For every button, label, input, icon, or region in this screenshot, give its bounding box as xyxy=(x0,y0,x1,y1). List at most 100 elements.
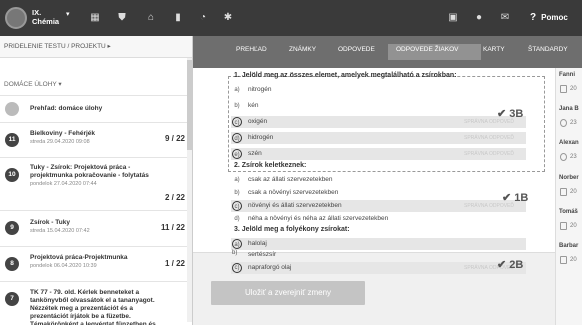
help-label: Pomoc xyxy=(541,13,568,22)
option-text: nitrogén xyxy=(248,86,272,93)
chat-icon[interactable]: ● xyxy=(472,10,486,24)
question-score[interactable]: ✔ 3B xyxy=(497,107,523,120)
answers-panel: 1. Jelöld meg az összes elemet, amelyek … xyxy=(193,68,555,252)
answer-option: a) nitrogén xyxy=(231,84,526,96)
option-text: kén xyxy=(248,102,259,109)
option-text: néha a növényi és néha az állati szervez… xyxy=(248,215,389,222)
task-item[interactable]: 11 Bielkoviny - Fehérjék streda 29.04.20… xyxy=(0,122,192,156)
student-value: 20 xyxy=(570,86,577,92)
institution-icon[interactable]: ⌂ xyxy=(144,10,158,24)
document-icon xyxy=(560,256,567,264)
mail-icon[interactable]: ✉ xyxy=(498,10,512,24)
tab-standards[interactable]: ŠTANDARDY xyxy=(528,46,568,53)
tab-grades[interactable]: ZNÁMKY xyxy=(289,46,316,53)
option-letter: c) xyxy=(232,117,242,127)
class-caret-icon[interactable]: ▾ xyxy=(66,10,70,18)
option-letter: a) xyxy=(234,177,240,183)
option-letter: c) xyxy=(232,263,242,273)
student-name[interactable]: Alexan xyxy=(559,140,579,146)
student-name[interactable]: Jana B xyxy=(559,106,579,112)
answer-option-selected: c) növényi és állati szervezetekben SPRÁVN… xyxy=(231,200,526,212)
assign-test-label: PRIDELENIE TESTU / PROJEKTU xyxy=(4,43,106,50)
top-bar: IX. Chémia ▾ ▦ ⛊ ⌂ ▮ ◔ ✱ ▣ ● ✉ ? Pomoc xyxy=(0,0,582,36)
answer-option-selected: c) oxigén SPRÁVNA ODPOVEĎ xyxy=(231,116,526,128)
sidebar-scrollbar[interactable] xyxy=(187,58,192,322)
question-title: 3. Jelöld meg a folyékony zsírokat: xyxy=(234,226,350,233)
task-overview[interactable]: Prehľad: domáce úlohy xyxy=(0,95,192,121)
answer-option-selected: c) napraforgó olaj SPRÁVNA ODPOVEĎ xyxy=(231,262,526,274)
student-name[interactable]: Fanni xyxy=(559,72,575,78)
tab-answers[interactable]: ODPOVEDE xyxy=(338,46,375,53)
correct-answer-label: SPRÁVNA ODPOVEĎ xyxy=(463,135,514,141)
task-number: 9 xyxy=(5,221,19,235)
message-icon[interactable]: ▣ xyxy=(446,10,460,24)
tasks-header[interactable]: DOMÁCE ÚLOHY ▾ xyxy=(4,80,62,88)
student-value: 20 xyxy=(570,223,577,229)
task-item[interactable]: 9 Zsírok - Tuky streda 15.04.2020 07:42 … xyxy=(0,210,192,245)
help-link[interactable]: ? Pomoc xyxy=(530,12,568,23)
student-name[interactable]: Barbar xyxy=(559,243,578,249)
score-value: 2B xyxy=(509,259,524,271)
help-icon: ? xyxy=(530,12,537,23)
people-icon[interactable]: ✱ xyxy=(221,10,235,24)
question-score[interactable]: ✔ 2B xyxy=(497,258,523,271)
option-letter: c) xyxy=(232,201,242,211)
tasks-header-label: DOMÁCE ÚLOHY xyxy=(4,81,57,88)
student-name[interactable]: Norber xyxy=(559,175,579,181)
task-score: 1 / 22 xyxy=(164,259,185,268)
question-score[interactable]: ✔ 1B xyxy=(502,191,528,204)
option-text: szén xyxy=(248,150,262,157)
tabs-bar: PREHĽAD ZNÁMKY ODPOVEDE ODPOVEDE ŽIAKOV … xyxy=(193,36,582,68)
correct-answer-label: SPRÁVNA ODPOVEĎ xyxy=(463,151,514,157)
task-number: 10 xyxy=(5,168,19,182)
option-letter: b) xyxy=(234,190,240,196)
task-score: 2 / 22 xyxy=(164,193,185,202)
document-icon xyxy=(560,85,567,93)
class-title[interactable]: IX. Chémia xyxy=(32,8,59,26)
score-value: 3B xyxy=(509,108,524,120)
option-letter: b) xyxy=(232,250,238,256)
tab-student-answers[interactable]: ODPOVEDE ŽIAKOV xyxy=(396,46,459,53)
option-letter: b) xyxy=(234,103,240,109)
option-letter: d) xyxy=(234,216,240,222)
scrollbar-thumb[interactable] xyxy=(187,60,192,150)
answer-option: b) csak a növényi szervezetekben xyxy=(231,187,526,199)
shield-icon[interactable]: ⛊ xyxy=(115,10,129,24)
school-logo[interactable] xyxy=(5,7,27,29)
student-name[interactable]: Tomáš xyxy=(559,209,578,215)
student-value: 23 xyxy=(570,154,577,160)
answer-option-selected: d) hidrogén SPRÁVNA ODPOVEĎ xyxy=(231,132,526,144)
tab-cards[interactable]: KARTY xyxy=(483,46,505,53)
task-title: Bielkoviny - Fehérjék xyxy=(30,130,96,137)
task-item[interactable]: 10 Tuky - Zsírok: Projektová práca - pro… xyxy=(0,157,192,209)
option-letter: a) xyxy=(232,239,242,249)
score-value: 1B xyxy=(514,192,529,204)
answer-option: a) csak az állati szervezetekben xyxy=(231,174,526,186)
option-letter: d) xyxy=(232,133,242,143)
task-date: pondelok 06.04.2020 10:39 xyxy=(30,263,97,269)
chart-icon[interactable]: ▮ xyxy=(171,10,185,24)
answer-option: b) kén xyxy=(231,100,526,112)
answer-option-selected: e) szén SPRÁVNA ODPOVEĎ xyxy=(231,148,526,160)
assign-test-link[interactable]: PRIDELENIE TESTU / PROJEKTU ▸ xyxy=(0,36,192,58)
task-title: TK 77 - 79. old. Kérlek benneteket a tan… xyxy=(30,289,156,325)
task-date: streda 29.04.2020 09:08 xyxy=(30,139,90,145)
task-item[interactable]: 8 Projektová práca-Projektmunka pondelok… xyxy=(0,246,192,280)
task-date: pondelok 27.04.2020 07:44 xyxy=(30,181,97,187)
check-icon: ✔ xyxy=(497,108,507,120)
task-title: Tuky - Zsírok: Projektová práca - projek… xyxy=(30,164,149,179)
question-title: 2. Zsírok keletkeznek: xyxy=(234,162,307,169)
students-panel: Fanni 20 Jana B 23 Alexan 23 Norber 20 T… xyxy=(555,68,582,325)
clock-icon xyxy=(560,153,567,161)
task-date: streda 15.04.2020 07:42 xyxy=(30,228,90,234)
answer-option: b) sertészsír xyxy=(231,249,526,261)
option-letter: e) xyxy=(232,149,242,159)
clock-icon xyxy=(560,119,567,127)
tab-overview[interactable]: PREHĽAD xyxy=(236,46,267,53)
gauge-icon[interactable]: ◔ xyxy=(196,10,210,24)
task-item[interactable]: 7 TK 77 - 79. old. Kérlek benneteket a t… xyxy=(0,281,192,325)
task-title: Zsírok - Tuky xyxy=(30,219,70,226)
save-publish-button[interactable]: Uložiť a zverejniť zmeny xyxy=(211,281,365,305)
task-score: 9 / 22 xyxy=(164,134,185,143)
grid-icon[interactable]: ▦ xyxy=(88,10,102,24)
